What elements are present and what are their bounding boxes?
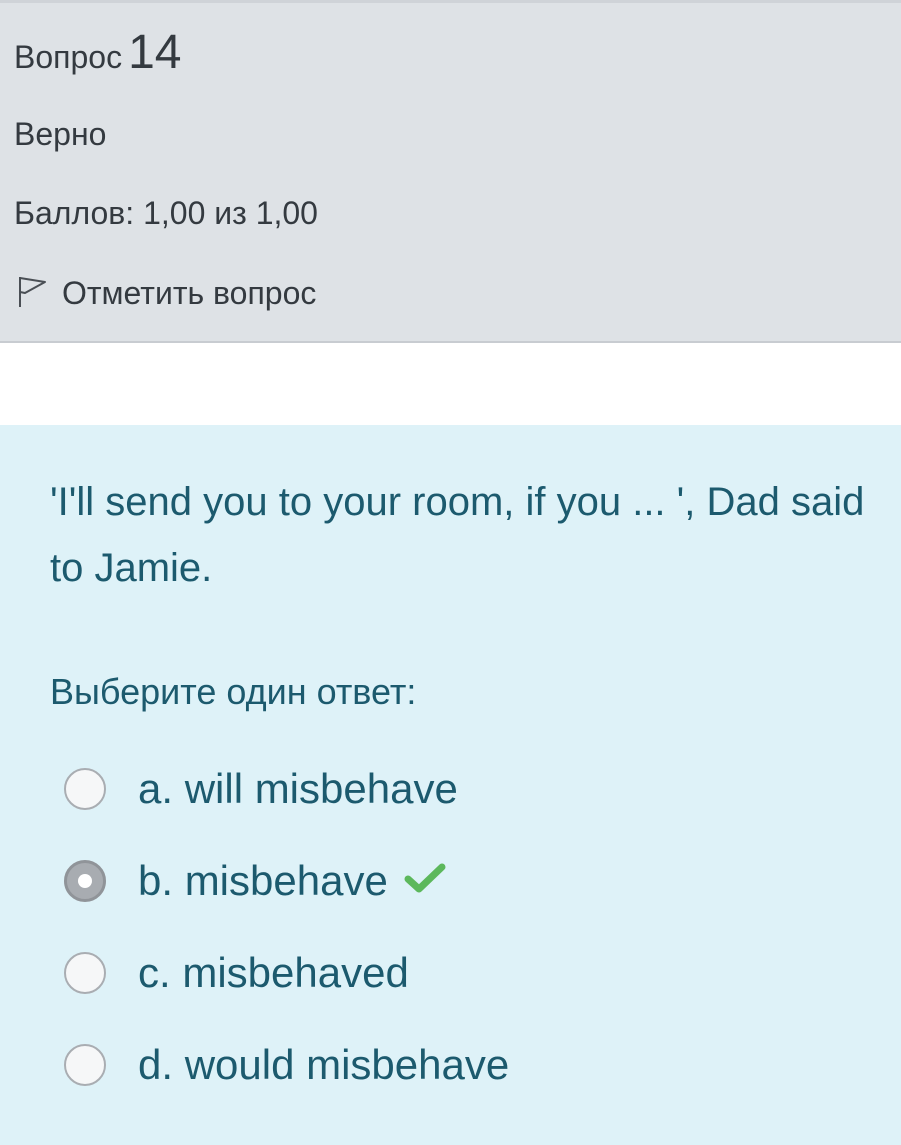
radio-button-selected[interactable] [64,860,106,902]
answer-option-label: c. misbehaved [138,949,409,996]
answer-option-label: a. will misbehave [138,765,458,812]
radio-button[interactable] [64,768,106,810]
flag-icon [14,273,62,314]
question-info-panel: Вопрос 14 Верно Баллов: 1,00 из 1,00 Отме… [0,0,901,343]
answer-option-d[interactable]: d. would misbehave [64,1019,509,1111]
answer-option-b[interactable]: b. misbehave [64,835,509,927]
flag-question-button[interactable]: Отметить вопрос [14,273,316,314]
answer-prompt: Выберите один ответ: [50,671,417,712]
answer-option-c[interactable]: c. misbehaved [64,927,509,1019]
question-content: 'I'll send you to your room, if you ... … [0,425,901,1145]
radio-button[interactable] [64,952,106,994]
question-state: Верно [14,116,107,152]
flag-question-label: Отметить вопрос [62,275,317,311]
answer-option-label: d. would misbehave [138,1041,510,1088]
question-grade: Баллов: 1,00 из 1,00 [14,195,318,231]
radio-button[interactable] [64,1044,106,1086]
answer-options: a. will misbehave b. misbehave c. misbeh… [64,743,509,1111]
answer-option-label: b. misbehave [138,857,388,904]
question-number: Вопрос 14 [14,25,181,80]
answer-option-a[interactable]: a. will misbehave [64,743,509,835]
question-text: 'I'll send you to your room, if you ... … [50,480,865,590]
checkmark-icon [388,863,446,900]
question-number-value: 14 [128,26,182,79]
question-label: Вопрос [14,39,123,75]
